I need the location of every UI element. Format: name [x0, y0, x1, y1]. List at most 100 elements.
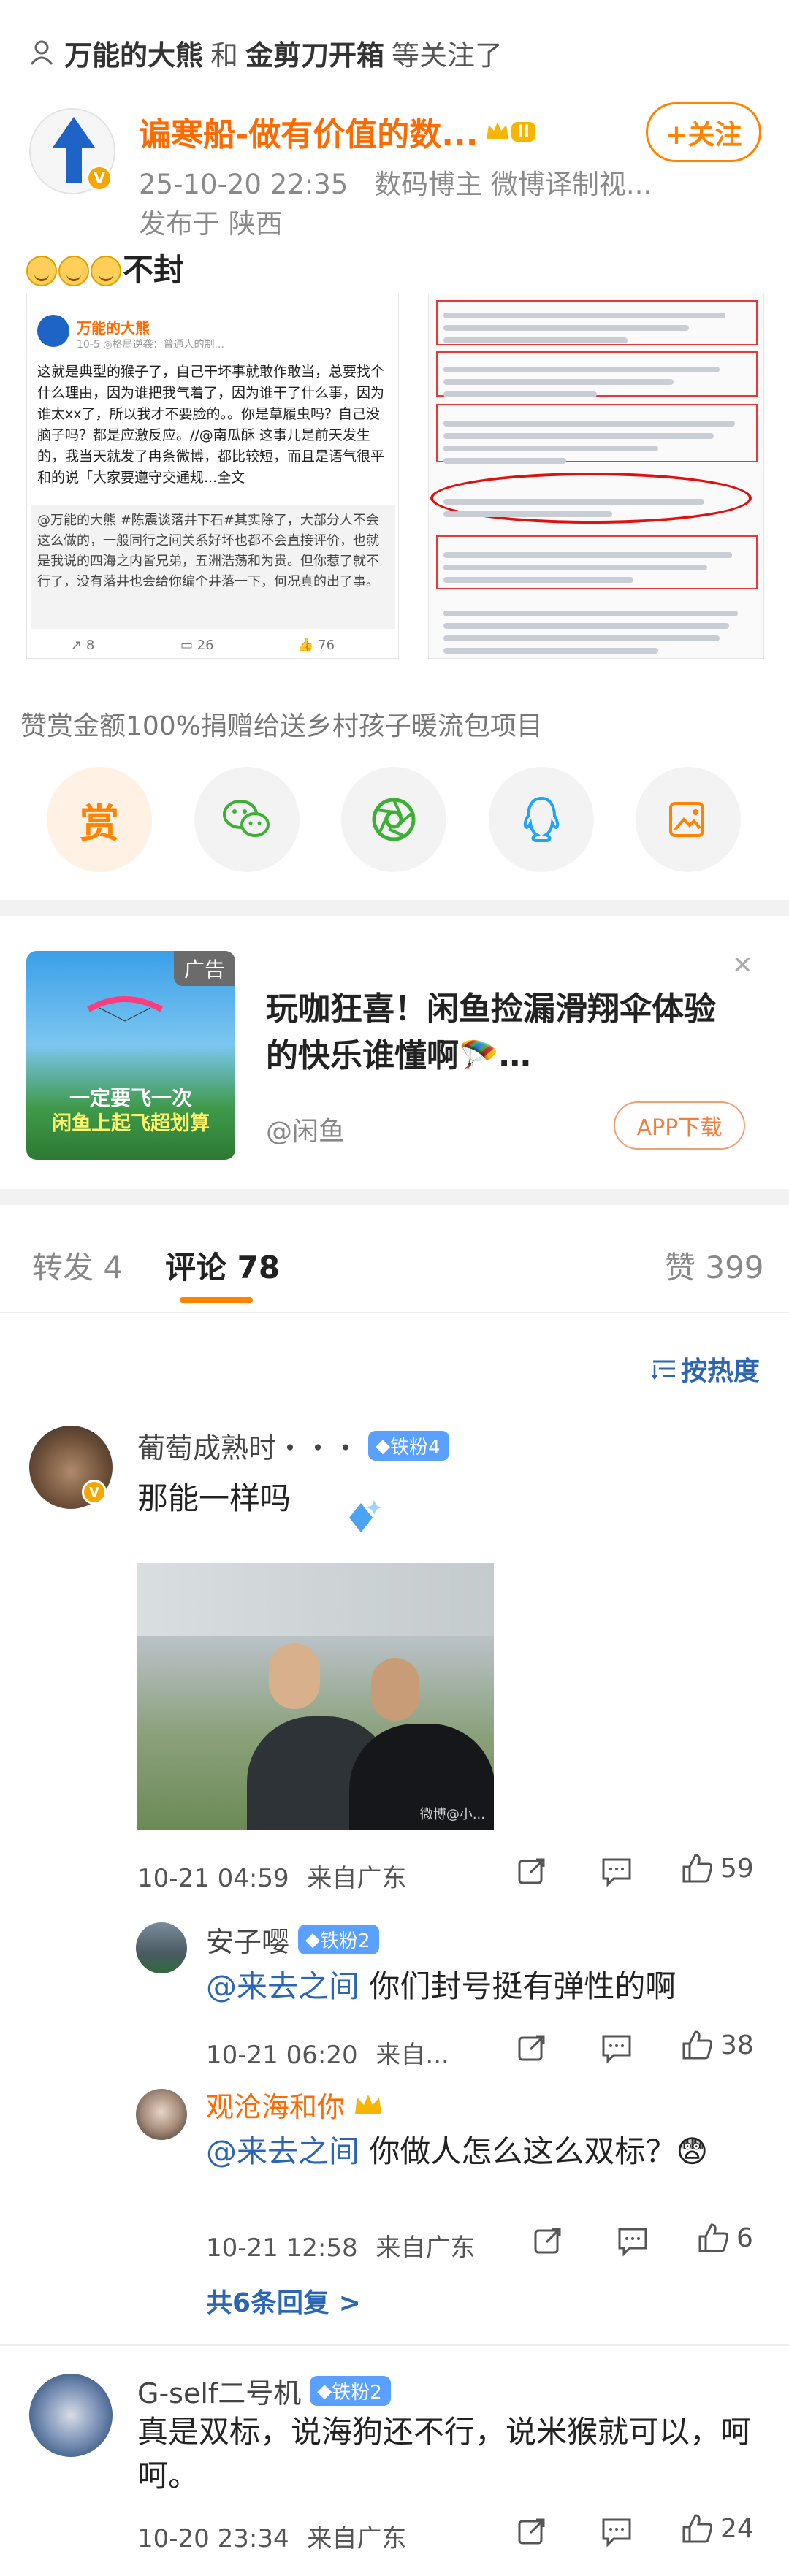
post-meta: 25-10-20 22:35 数码博主 微博译制视...: [139, 162, 652, 202]
reply-location: 来自广东: [376, 2233, 476, 2263]
like-button[interactable]: 59: [681, 1852, 754, 1884]
reward-button[interactable]: 赏: [47, 767, 152, 872]
sort-label[interactable]: 按热度: [681, 1350, 760, 1388]
author-name[interactable]: 谝寒船-做有价值的数... II: [139, 108, 535, 155]
share-icon[interactable]: [516, 1855, 548, 1887]
comment-avatar[interactable]: [29, 2374, 113, 2457]
save-image-icon: [669, 802, 704, 837]
share-moments-button[interactable]: [341, 767, 446, 872]
reply-time: 10-21 06:20: [206, 2041, 358, 2070]
section-divider: [0, 900, 789, 916]
tab-comment[interactable]: 评论 78: [165, 1243, 280, 1288]
comment-text: 真是双标，说海狗还不行，说米猴就可以，呵呵。: [137, 2414, 752, 2493]
image1-reposts: ↗ 8: [71, 638, 95, 653]
comment-image[interactable]: 微博@小...: [137, 1563, 494, 1830]
image-watermark: 微博@小...: [419, 1807, 485, 1822]
follow-user-2[interactable]: 金剪刀开箱: [245, 33, 384, 73]
save-image-button[interactable]: [636, 767, 741, 872]
share-wechat-button[interactable]: [194, 767, 300, 872]
ad-download-button[interactable]: APP下载: [614, 1101, 745, 1150]
post-text: 不封: [26, 245, 184, 290]
reward-icon: 赏: [80, 800, 119, 846]
image1-body: 这就是典型的猴子了，自己干坏事就敢作敢当，总要找个什么理由，因为谁把我气着了，因…: [37, 364, 385, 486]
thumbs-up-icon: [682, 2514, 713, 2543]
reply-time: 10-21 12:58: [206, 2233, 358, 2263]
author-role: 数码博主 微博译制视...: [374, 169, 652, 200]
comment-user-name[interactable]: 葡萄成熟时・・・: [137, 1426, 359, 1466]
fan-badge: ◆ 铁粉2: [310, 2376, 391, 2406]
follow-button[interactable]: +关注: [646, 102, 761, 162]
comment-icon[interactable]: [601, 2515, 633, 2548]
more-replies-link[interactable]: 共6条回复 >: [206, 2282, 361, 2320]
comment-time: 10-20 23:34: [137, 2524, 289, 2553]
user-icon: [30, 40, 53, 65]
person-face: [371, 1658, 419, 1721]
ad-source[interactable]: @闲鱼: [266, 1110, 345, 1148]
reply-location: 来自...: [376, 2041, 449, 2070]
reply-text: @来去之间 你们封号挺有弹性的啊: [206, 1968, 676, 2004]
mention-link[interactable]: @来去之间: [206, 1968, 359, 2004]
crown-icon: [355, 2094, 382, 2114]
wechat-icon: [222, 800, 270, 837]
comment-header: G-self二号机 ◆ 铁粉2: [137, 2371, 391, 2411]
author-name-text[interactable]: 谝寒船-做有价值的数...: [139, 108, 478, 155]
comment-meta: 10-21 04:59 来自广东: [137, 1858, 406, 1894]
like-button[interactable]: 38: [681, 2029, 754, 2061]
reply-user-name[interactable]: 观沧海和你: [206, 2084, 345, 2125]
sort-button[interactable]: 按热度: [652, 1350, 760, 1388]
comment-divider: [0, 2344, 789, 2346]
sparkle-decoration-icon: [349, 1500, 381, 1532]
ad-image[interactable]: 广告 一定要飞一次 闲鱼上起飞超划算: [26, 951, 235, 1160]
comment-meta: 10-20 23:34 来自广东: [137, 2518, 406, 2554]
post-location: 发布于 陕西: [139, 208, 283, 240]
comment-text: 那能一样吗: [137, 1480, 291, 1516]
comment-user-name[interactable]: G-self二号机: [137, 2371, 301, 2411]
person-face: [269, 1643, 320, 1709]
post-image-2[interactable]: [428, 294, 764, 659]
fan-badge: ◆ 铁粉4: [368, 1431, 449, 1461]
crown-icon: [487, 122, 509, 139]
reply-avatar[interactable]: [136, 1922, 187, 1973]
reply-user-name[interactable]: 安子嘤: [206, 1919, 289, 1960]
share-row: 赏: [47, 767, 741, 872]
image1-comments: ▭ 26: [180, 638, 214, 653]
image1-likes: 👍 76: [297, 638, 335, 653]
post-image-1[interactable]: 万能的大熊 10-5 ◎格局逆袭：普通人的制... 这就是典型的猴子了，自己干坏…: [26, 294, 399, 659]
image1-quote: @万能的大熊 #陈震谈落井下石#其实除了，大部分人不会这么做的，一般同行之间关系…: [31, 505, 395, 629]
tabs-divider: [0, 1312, 789, 1313]
ad-title[interactable]: 玩咖狂喜！闲鱼捡漏滑翔伞体验的快乐谁懂啊🪂…: [266, 986, 733, 1079]
follow-notice[interactable]: 万能的大熊 和 金剪刀开箱 等关注了: [29, 31, 503, 74]
thumbs-up-icon: [682, 2030, 713, 2060]
mention-link[interactable]: @来去之间: [206, 2133, 359, 2169]
section-divider: [0, 1189, 789, 1205]
follow-user-1[interactable]: 万能的大熊: [64, 33, 203, 73]
tab-like[interactable]: 赞 399: [665, 1243, 764, 1288]
reply-meta: 10-21 06:20 来自...: [206, 2035, 449, 2071]
like-button[interactable]: 6: [697, 2222, 753, 2254]
comment-icon[interactable]: [601, 2032, 633, 2064]
like-button[interactable]: 24: [681, 2512, 754, 2545]
ad-banner-line2: 闲鱼上起飞超划算: [52, 1112, 210, 1135]
comment-icon[interactable]: [617, 2225, 649, 2257]
share-icon[interactable]: [532, 2225, 564, 2257]
image1-user: 万能的大熊: [77, 319, 150, 337]
share-icon[interactable]: [516, 2515, 548, 2548]
post-text-body: 不封: [123, 252, 185, 288]
share-qq-button[interactable]: [488, 767, 594, 872]
comment-time: 10-21 04:59: [137, 1864, 289, 1893]
share-icon[interactable]: [516, 2032, 548, 2064]
like-count: 38: [720, 2030, 754, 2060]
doc-lines: [443, 306, 750, 658]
paraglider-icon: [87, 996, 163, 1022]
comment-location: 来自广东: [307, 1864, 407, 1893]
like-count: 24: [720, 2513, 754, 2544]
reply-avatar[interactable]: [136, 2089, 187, 2140]
image1-meta: 10-5 ◎格局逆袭：普通人的制...: [77, 339, 224, 351]
emoji-icon: [58, 256, 89, 286]
mini-avatar: [37, 315, 69, 347]
emoji-icon: [91, 256, 121, 286]
tab-repost[interactable]: 转发 4: [32, 1243, 123, 1288]
ad-close-icon[interactable]: ✕: [732, 951, 753, 980]
comment-icon[interactable]: [601, 1855, 633, 1887]
reply-header: 观沧海和你: [206, 2084, 384, 2125]
